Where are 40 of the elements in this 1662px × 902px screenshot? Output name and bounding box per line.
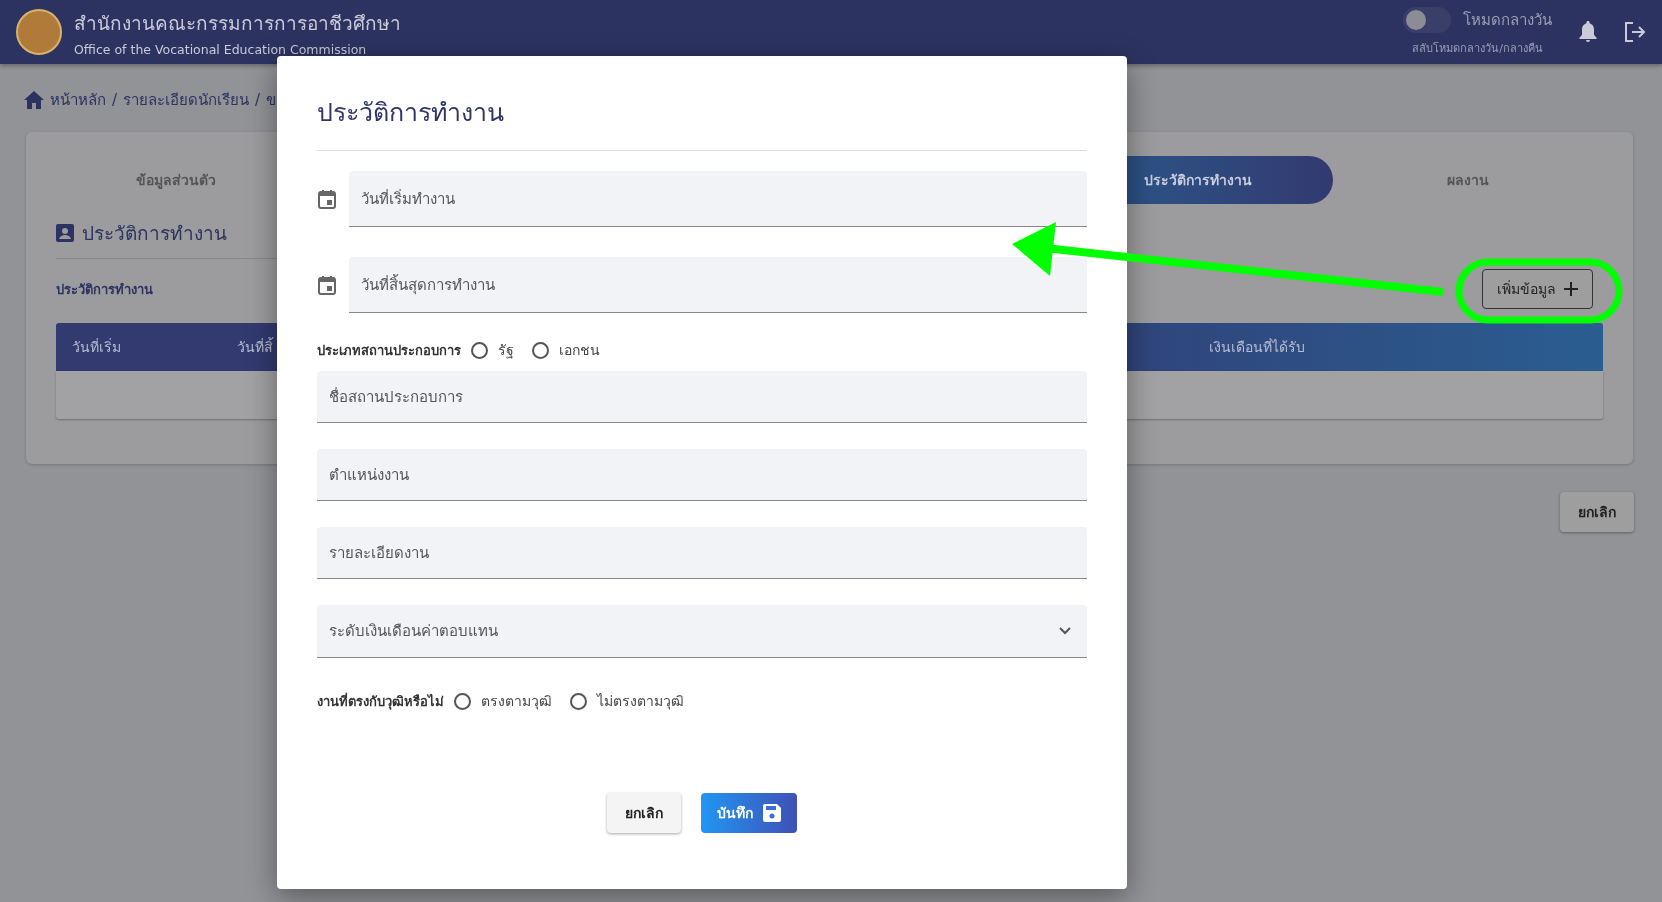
text-field[interactable]: รายละเอียดงาน — [317, 527, 1087, 579]
chevron-down-icon — [1059, 627, 1071, 635]
home-icon[interactable] — [24, 91, 44, 109]
save-button[interactable]: บันทึก — [701, 793, 797, 833]
add-data-button[interactable]: เพิ่มข้อมูล — [1482, 269, 1593, 309]
breadcrumb-link[interactable]: หน้าหลัก — [50, 88, 106, 112]
cancel-button[interactable]: ยกเลิก — [607, 793, 681, 833]
person-card-icon — [56, 224, 74, 242]
site-title: สำนักงานคณะกรรมการการอาชีวศึกษา — [74, 10, 401, 36]
salary-select[interactable]: ระดับเงินเดือนค่าตอบแทน — [317, 605, 1087, 658]
site-subtitle: Office of the Vocational Education Commission — [74, 41, 368, 57]
column-header: วันที่เริ่ม — [71, 337, 122, 357]
toggle-hint: สลับโหมดกลางวัน/กลางคืน — [1412, 41, 1543, 57]
logout-icon[interactable] — [1624, 22, 1646, 42]
calendar-icon[interactable] — [317, 189, 337, 209]
breadcrumb-link[interactable]: ข — [266, 88, 277, 112]
date-field[interactable]: วันที่เริ่มทำงาน — [349, 171, 1087, 227]
emblem-logo — [16, 9, 62, 55]
dialog-title: ประวัติการทำงาน — [317, 92, 1087, 151]
calendar-icon[interactable] — [317, 275, 337, 295]
radio-group-label: ประเภทสถานประกอบการ — [317, 341, 461, 360]
radio-group-label: งานที่ตรงกับวุฒิหรือไม่ — [317, 691, 444, 712]
radio-option[interactable]: เอกชน — [532, 339, 600, 361]
toggle-label: โหมดกลางวัน — [1463, 10, 1552, 31]
plus-icon — [1564, 282, 1578, 296]
subsection-title: ประวัติการทำงาน — [56, 280, 153, 299]
text-field[interactable]: ชื่อสถานประกอบการ — [317, 371, 1087, 423]
radio-option[interactable]: ไม่ตรงตามวุฒิ — [570, 690, 684, 712]
date-field[interactable]: วันที่สิ้นสุดการทำงาน — [349, 257, 1087, 313]
theme-toggle[interactable] — [1403, 7, 1451, 33]
radio-option[interactable]: ตรงตามวุฒิ — [454, 690, 552, 712]
breadcrumb-separator: / — [255, 91, 261, 109]
cancel-button[interactable]: ยกเลิก — [1560, 492, 1634, 532]
notification-bell-icon[interactable] — [1578, 21, 1598, 43]
section-title: ประวัติการทำงาน — [82, 221, 227, 246]
breadcrumb-separator: / — [112, 91, 118, 109]
radio-option[interactable]: รัฐ — [471, 339, 514, 361]
text-field[interactable]: ตำแหน่งงาน — [317, 449, 1087, 501]
column-header: เงินเดือนที่ได้รับ — [1208, 337, 1306, 357]
breadcrumb-link[interactable]: รายละเอียดนักเรียน — [123, 88, 250, 112]
